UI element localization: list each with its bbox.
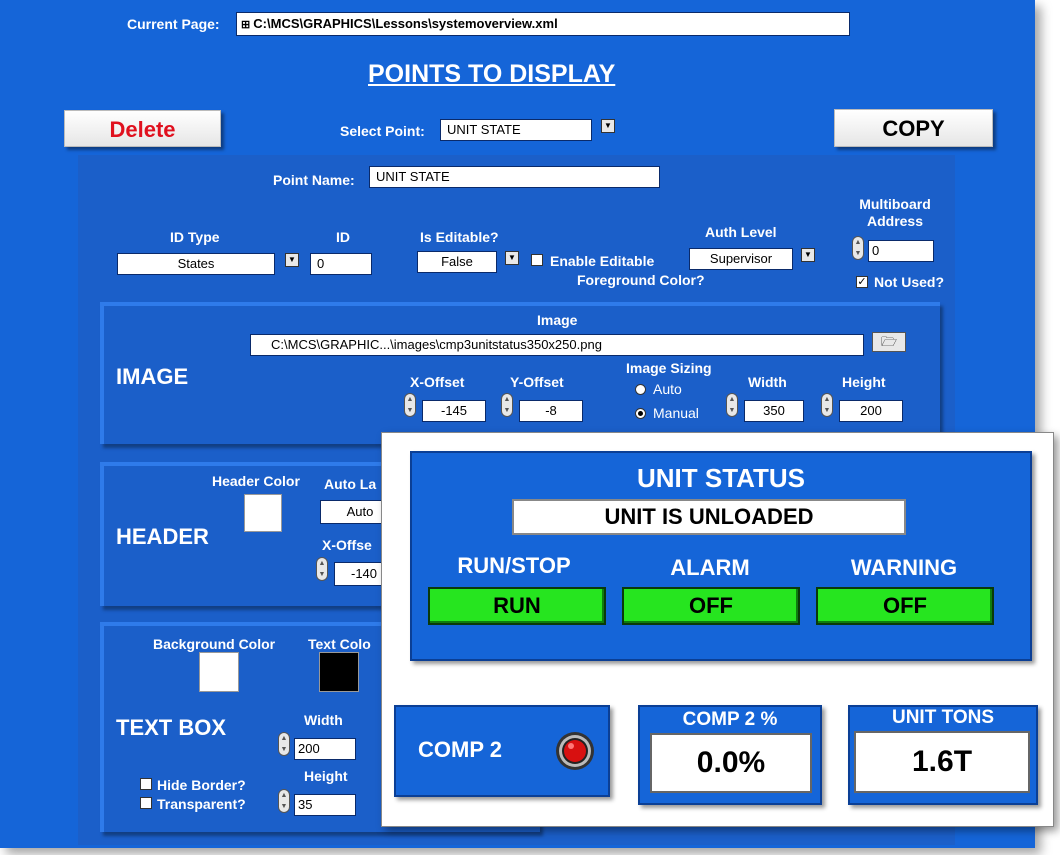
not-used-checkbox[interactable]: ✓	[856, 276, 868, 288]
auth-level-label: Auth Level	[705, 224, 777, 240]
image-sizing-manual-label: Manual	[653, 405, 699, 421]
multiboard-label-line1: Multiboard	[859, 196, 931, 212]
comp2-status-led-icon	[553, 729, 597, 773]
textbox-height-label: Height	[304, 768, 348, 784]
is-editable-chevron-down-icon[interactable]: ▼	[505, 251, 519, 265]
header-color-swatch[interactable]	[244, 494, 282, 532]
image-x-offset-spinner[interactable]: ▲ ▼	[404, 393, 416, 417]
is-editable-dropdown[interactable]: False	[417, 251, 497, 273]
header-x-offset-label: X-Offse	[322, 537, 372, 553]
alarm-indicator: OFF	[622, 587, 800, 625]
page-title: POINTS TO DISPLAY	[368, 60, 616, 88]
image-path-input[interactable]: C:\MCS\GRAPHIC...\images\cmp3unitstatus3…	[250, 334, 864, 356]
multiboard-address-input[interactable]: 0	[868, 240, 934, 262]
warning-indicator: OFF	[816, 587, 994, 625]
image-sizing-auto-label: Auto	[653, 381, 682, 397]
unit-status-value: UNIT IS UNLOADED	[512, 499, 906, 535]
enable-editable-line2: Foreground Color?	[577, 272, 705, 288]
transparent-label: Transparent?	[157, 796, 246, 812]
header-section-title: HEADER	[116, 524, 209, 549]
select-point-chevron-down-icon[interactable]: ▼	[601, 119, 615, 133]
image-sizing-label: Image Sizing	[626, 360, 712, 376]
id-type-label: ID Type	[170, 229, 220, 245]
id-input[interactable]: 0	[310, 253, 372, 275]
id-type-dropdown[interactable]: States	[117, 253, 275, 275]
text-color-label: Text Colo	[308, 636, 371, 652]
enable-editable-label: Enable Editable	[550, 252, 654, 270]
hide-border-checkbox[interactable]	[140, 778, 152, 790]
image-section	[100, 302, 940, 444]
select-point-label: Select Point:	[340, 123, 425, 139]
unit-tons-value: 1.6T	[854, 731, 1030, 793]
textbox-section-title: TEXT BOX	[116, 715, 227, 740]
warning-label: WARNING	[850, 555, 958, 580]
current-page-path: C:\MCS\GRAPHICS\Lessons\systemoverview.x…	[253, 16, 558, 31]
is-editable-label: Is Editable?	[420, 229, 499, 245]
comp2-label: COMP 2	[418, 737, 502, 762]
auth-level-chevron-down-icon[interactable]: ▼	[801, 248, 815, 262]
run-stop-indicator: RUN	[428, 587, 606, 625]
image-width-input[interactable]: 350	[744, 400, 804, 422]
enable-editable-checkbox[interactable]	[531, 254, 543, 266]
textbox-width-label: Width	[304, 712, 343, 728]
image-height-label: Height	[842, 374, 886, 390]
image-y-offset-input[interactable]: -8	[519, 400, 583, 422]
not-used-label: Not Used?	[874, 274, 944, 290]
multiboard-label-line2: Address	[866, 213, 924, 229]
textbox-width-input[interactable]: 200	[294, 738, 356, 760]
image-y-offset-spinner[interactable]: ▲ ▼	[501, 393, 513, 417]
point-name-label: Point Name:	[273, 172, 355, 188]
current-page-label: Current Page:	[127, 16, 220, 32]
image-x-offset-input[interactable]: -145	[422, 400, 486, 422]
textbox-height-spinner[interactable]: ▲ ▼	[278, 789, 290, 813]
image-width-label: Width	[748, 374, 787, 390]
textbox-width-spinner[interactable]: ▲ ▼	[278, 732, 290, 756]
image-sizing-manual-radio[interactable]	[635, 408, 646, 419]
image-height-input[interactable]: 200	[839, 400, 903, 422]
run-stop-label: RUN/STOP	[457, 553, 571, 578]
image-x-offset-label: X-Offset	[410, 374, 465, 390]
auth-level-dropdown[interactable]: Supervisor	[689, 248, 793, 270]
text-color-swatch[interactable]	[319, 652, 359, 692]
enable-editable-line1: Enable Editable	[550, 253, 655, 269]
header-x-offset-spinner[interactable]: ▲ ▼	[316, 557, 328, 581]
id-label: ID	[336, 229, 350, 245]
background-color-label: Background Color	[153, 636, 276, 652]
hide-border-label: Hide Border?	[157, 777, 246, 793]
select-point-dropdown[interactable]: UNIT STATE	[440, 119, 592, 141]
delete-button[interactable]: Delete	[64, 110, 221, 147]
multiboard-spinner[interactable]: ▲ ▼	[852, 236, 864, 260]
point-name-input[interactable]: UNIT STATE	[369, 166, 660, 188]
image-label: Image	[537, 312, 578, 328]
copy-button[interactable]: COPY	[834, 109, 993, 147]
image-preview-popup: UNIT STATUS UNIT IS UNLOADED RUN/STOP AL…	[381, 432, 1054, 827]
header-color-label: Header Color	[212, 473, 300, 489]
folder-open-icon[interactable]: 🗁	[872, 332, 906, 352]
comp2-percent-value: 0.0%	[650, 733, 812, 793]
multiboard-address-label: Multiboard Address	[850, 196, 940, 230]
image-width-spinner[interactable]: ▲ ▼	[726, 393, 738, 417]
image-y-offset-label: Y-Offset	[510, 374, 564, 390]
current-page-field[interactable]: ⊞ C:\MCS\GRAPHICS\Lessons\systemoverview…	[236, 12, 850, 36]
image-height-spinner[interactable]: ▲ ▼	[821, 393, 833, 417]
id-type-chevron-down-icon[interactable]: ▼	[285, 253, 299, 267]
textbox-height-input[interactable]: 35	[294, 794, 356, 816]
tree-icon: ⊞	[241, 19, 254, 31]
unit-tons-label: UNIT TONS	[891, 707, 995, 728]
comp2-percent-label: COMP 2 %	[682, 709, 778, 730]
alarm-label: ALARM	[670, 555, 750, 580]
auto-label: Auto La	[324, 476, 377, 492]
image-section-title: IMAGE	[116, 364, 189, 389]
background-color-swatch[interactable]	[199, 652, 239, 692]
image-sizing-auto-radio[interactable]	[635, 384, 646, 395]
transparent-checkbox[interactable]	[140, 797, 152, 809]
unit-status-title: UNIT STATUS	[636, 463, 806, 493]
